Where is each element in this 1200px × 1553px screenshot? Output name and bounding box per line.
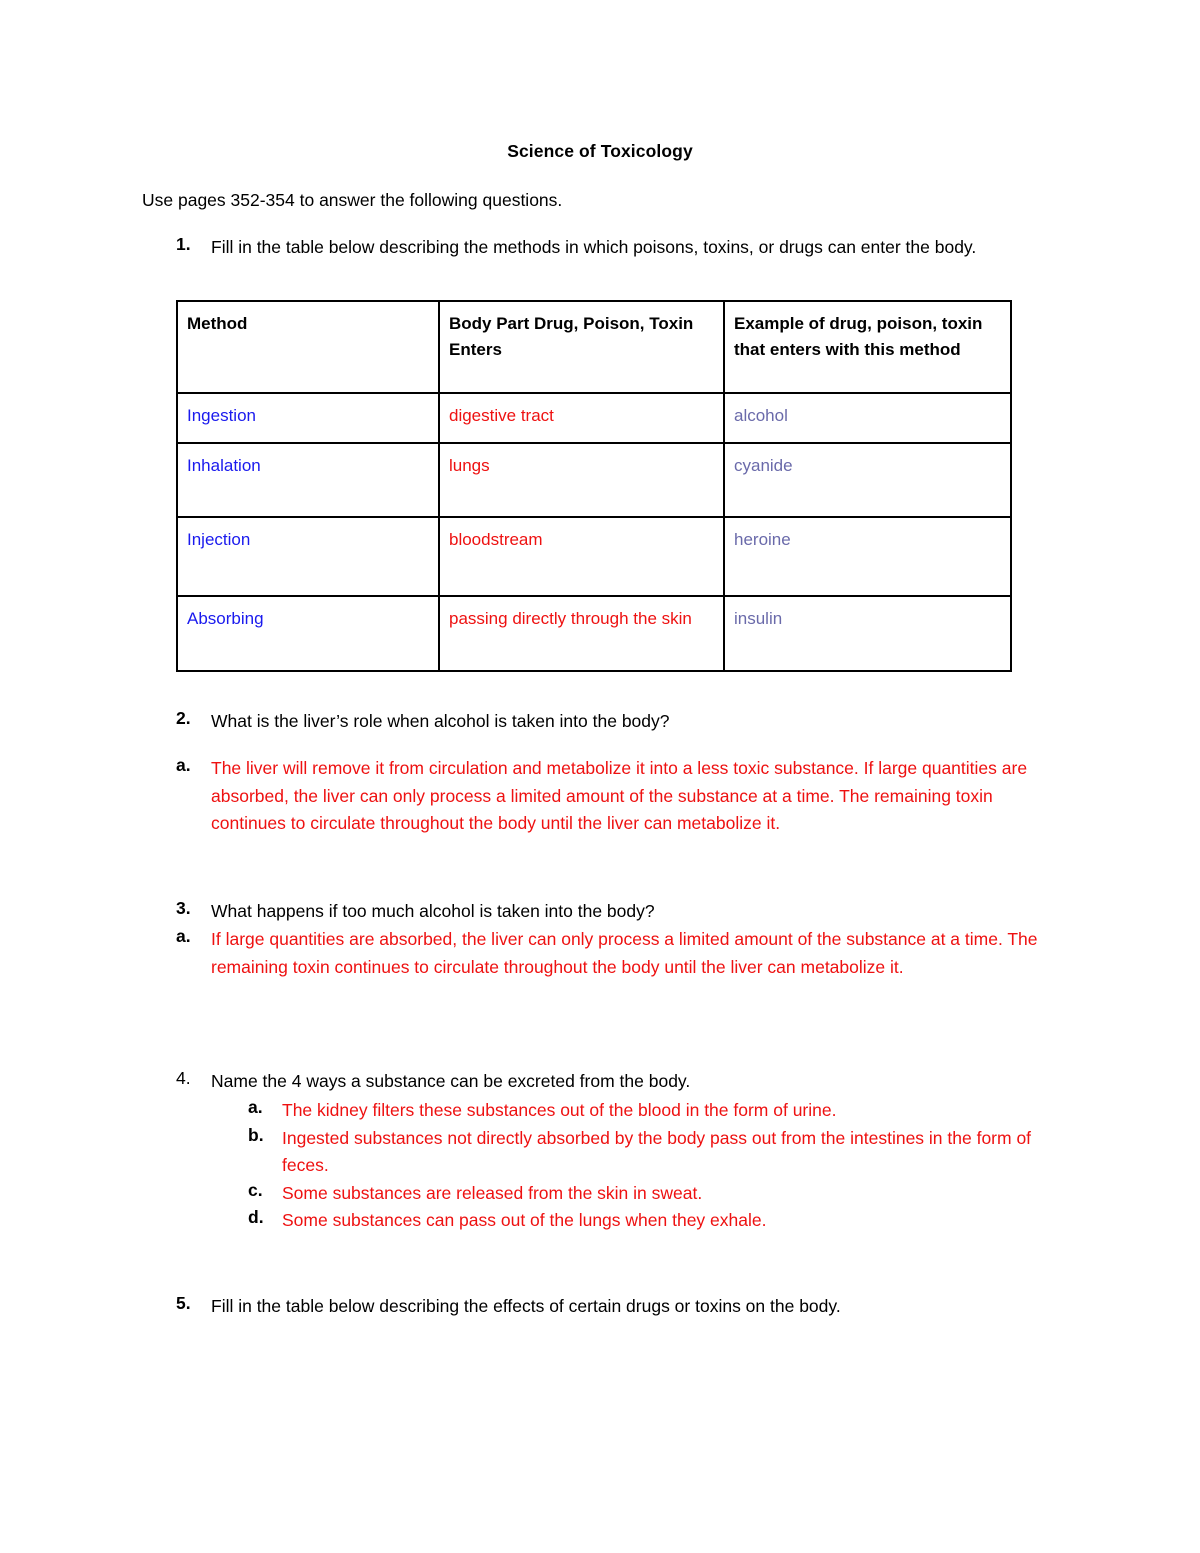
list-item-text: Some substances are released from the sk… <box>282 1182 703 1203</box>
list-item-marker: c. <box>248 1179 263 1200</box>
table-header-method: Method <box>176 300 440 394</box>
list-item: a. The kidney filters these substances o… <box>248 1097 1048 1125</box>
cell-example: cyanide <box>723 442 1012 518</box>
question-2-text: What is the liver’s role when alcohol is… <box>211 711 670 731</box>
question-3-marker: 3. <box>176 898 191 918</box>
question-2-answer-marker: a. <box>176 755 191 775</box>
question-3-answer-marker: a. <box>176 926 191 946</box>
question-5: 5. Fill in the table below describing th… <box>176 1293 1036 1321</box>
question-4-answer-list: a. The kidney filters these substances o… <box>248 1097 1048 1235</box>
table-row: Ingestion digestive tract alcohol <box>176 392 1012 444</box>
question-2-answer-text: The liver will remove it from circulatio… <box>211 758 1028 833</box>
table-row: Inhalation lungs cyanide <box>176 442 1012 518</box>
list-item: b. Ingested substances not directly abso… <box>248 1125 1048 1180</box>
list-item-text: The kidney filters these substances out … <box>282 1100 837 1120</box>
question-1-text: Fill in the table below describing the m… <box>211 237 977 257</box>
question-5-marker: 5. <box>176 1293 191 1313</box>
question-3-answer-text: If large quantities are absorbed, the li… <box>211 929 1038 977</box>
cell-body-part: bloodstream <box>438 516 725 597</box>
cell-method: Inhalation <box>176 442 440 518</box>
question-4-marker: 4. <box>176 1068 191 1088</box>
question-3: 3. What happens if too much alcohol is t… <box>176 898 1036 926</box>
cell-method: Ingestion <box>176 392 440 444</box>
table-header-row: Method Body Part Drug, Poison, Toxin Ent… <box>176 300 1012 394</box>
question-3-text: What happens if too much alcohol is take… <box>211 901 655 921</box>
page-title: Science of Toxicology <box>507 141 693 161</box>
list-item-marker: b. <box>248 1124 264 1145</box>
question-1-marker: 1. <box>176 234 191 254</box>
list-item: d. Some substances can pass out of the l… <box>248 1207 1048 1235</box>
question-4-text: Name the 4 ways a substance can be excre… <box>211 1071 691 1091</box>
cell-method: Absorbing <box>176 595 440 672</box>
cell-method: Injection <box>176 516 440 597</box>
list-item-text: Some substances can pass out of the lung… <box>282 1210 767 1230</box>
table-header-body-part: Body Part Drug, Poison, Toxin Enters <box>438 300 725 394</box>
cell-example: insulin <box>723 595 1012 672</box>
document-page: Science of Toxicology Use pages 352-354 … <box>0 0 1200 1553</box>
table-header-example: Example of drug, poison, toxin that ente… <box>723 300 1012 394</box>
question-1: 1. Fill in the table below describing th… <box>176 234 1026 262</box>
cell-example: heroine <box>723 516 1012 597</box>
cell-example: alcohol <box>723 392 1012 444</box>
list-item: c. Some substances are released from the… <box>248 1180 1048 1208</box>
question-5-text: Fill in the table below describing the e… <box>211 1296 841 1316</box>
intro-instruction: Use pages 352-354 to answer the followin… <box>142 190 563 210</box>
methods-table: Method Body Part Drug, Poison, Toxin Ent… <box>176 300 1012 672</box>
list-item-marker: d. <box>248 1207 264 1227</box>
question-2-marker: 2. <box>176 708 191 728</box>
list-item-marker: a. <box>248 1097 263 1117</box>
question-2: 2. What is the liver’s role when alcohol… <box>176 708 1036 736</box>
question-2-answer: a. The liver will remove it from circula… <box>176 755 1056 838</box>
question-3-answer: a. If large quantities are absorbed, the… <box>176 926 1056 981</box>
question-4: 4. Name the 4 ways a substance can be ex… <box>176 1068 1036 1096</box>
list-item-text: Ingested substances not directly absorbe… <box>282 1127 1032 1176</box>
table-row: Absorbing passing directly through the s… <box>176 595 1012 672</box>
table-row: Injection bloodstream heroine <box>176 516 1012 597</box>
cell-body-part: lungs <box>438 442 725 518</box>
cell-body-part: passing directly through the skin <box>438 595 725 672</box>
cell-body-part: digestive tract <box>438 392 725 444</box>
